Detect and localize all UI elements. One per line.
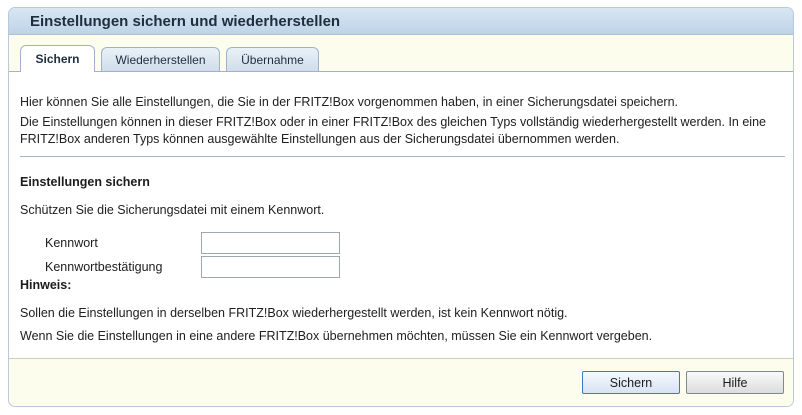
divider [20,156,785,157]
intro-detail-text: Die Einstellungen können in dieser FRITZ… [20,115,766,146]
tab-wiederherstellen[interactable]: Wiederherstellen [101,47,220,72]
tab-sichern[interactable]: Sichern [20,45,95,72]
help-button[interactable]: Hilfe [686,371,784,394]
panel-title: Einstellungen sichern und wiederherstell… [9,8,793,35]
save-button[interactable]: Sichern [582,371,680,394]
note-text-1: Sollen die Einstellungen in derselben FR… [20,306,568,320]
password-label: Kennwort [45,236,98,250]
tab-bar: Sichern Wiederherstellen Übernahme [20,45,325,72]
password-row: Kennwort [45,232,340,254]
tab-uebernahme[interactable]: Übernahme [226,47,319,72]
password-confirm-label: Kennwortbestätigung [45,260,163,274]
password-confirm-input[interactable] [201,256,340,278]
protect-hint: Schützen Sie die Sicherungsdatei mit ein… [20,203,325,217]
button-bar: Sichern Hilfe [9,358,793,406]
section-title: Einstellungen sichern [20,175,150,189]
settings-backup-panel: Einstellungen sichern und wiederherstell… [8,7,794,407]
password-confirm-row: Kennwortbestätigung [45,256,340,278]
intro-text: Hier können Sie alle Einstellungen, die … [20,95,679,109]
note-title: Hinweis: [20,278,72,292]
password-input[interactable] [201,232,340,254]
tab-content: Hier können Sie alle Einstellungen, die … [9,71,793,358]
note-text-2: Wenn Sie die Einstellungen in eine ander… [20,329,653,343]
